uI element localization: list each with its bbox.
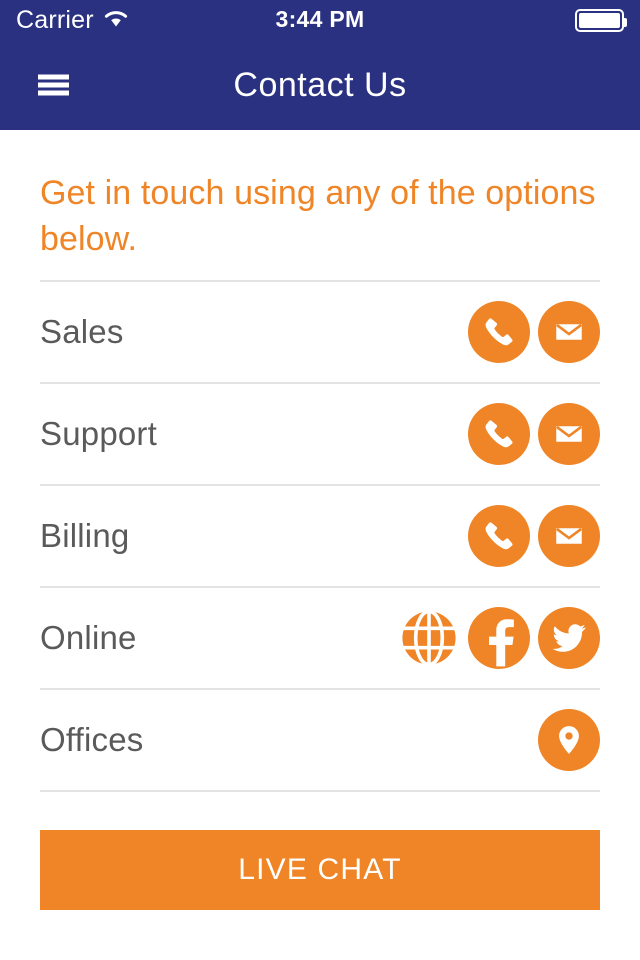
hamburger-bar xyxy=(38,90,69,96)
contact-row-billing[interactable]: Billing xyxy=(40,486,600,586)
content-area: Get in touch using any of the options be… xyxy=(0,130,640,960)
app-screen: Carrier 3:44 PM Contact Us Get in touch … xyxy=(0,0,640,960)
hamburger-bar xyxy=(38,74,69,80)
live-chat-button[interactable]: LIVE CHAT xyxy=(40,830,600,910)
status-bar-left: Carrier xyxy=(16,5,129,34)
contact-row-support[interactable]: Support xyxy=(40,384,600,484)
battery-fill xyxy=(579,12,620,28)
row-icons xyxy=(538,709,600,771)
wifi-icon xyxy=(103,8,129,33)
globe-icon[interactable] xyxy=(398,607,460,669)
map-pin-icon[interactable] xyxy=(538,709,600,771)
row-icons xyxy=(468,403,600,465)
email-icon[interactable] xyxy=(538,505,600,567)
battery-full-icon xyxy=(575,8,627,32)
row-icons xyxy=(468,505,600,567)
live-chat-section: LIVE CHAT xyxy=(40,792,600,910)
row-label: Offices xyxy=(40,721,144,758)
carrier-label: Carrier xyxy=(16,5,94,34)
email-icon[interactable] xyxy=(538,301,600,363)
contact-row-online[interactable]: Online xyxy=(40,588,600,688)
row-label: Online xyxy=(40,619,137,656)
contact-row-sales[interactable]: Sales xyxy=(40,282,600,382)
facebook-icon[interactable] xyxy=(468,607,530,669)
nav-bar: Contact Us xyxy=(0,40,640,130)
phone-icon[interactable] xyxy=(468,505,530,567)
phone-icon[interactable] xyxy=(468,301,530,363)
hamburger-bar xyxy=(38,82,69,88)
intro-text: Get in touch using any of the options be… xyxy=(40,174,596,258)
status-bar: Carrier 3:44 PM xyxy=(0,0,640,40)
clock-label: 3:44 PM xyxy=(275,6,365,32)
twitter-icon[interactable] xyxy=(538,607,600,669)
row-icons xyxy=(398,607,600,669)
hamburger-menu-icon[interactable] xyxy=(38,74,69,96)
row-icons xyxy=(468,301,600,363)
battery-nub xyxy=(624,17,627,27)
email-icon[interactable] xyxy=(538,403,600,465)
phone-icon[interactable] xyxy=(468,403,530,465)
contact-row-offices[interactable]: Offices xyxy=(40,690,600,790)
page-title: Contact Us xyxy=(233,65,407,104)
status-bar-right xyxy=(575,8,627,32)
row-label: Sales xyxy=(40,313,124,350)
row-label: Support xyxy=(40,415,157,452)
row-label: Billing xyxy=(40,517,130,554)
